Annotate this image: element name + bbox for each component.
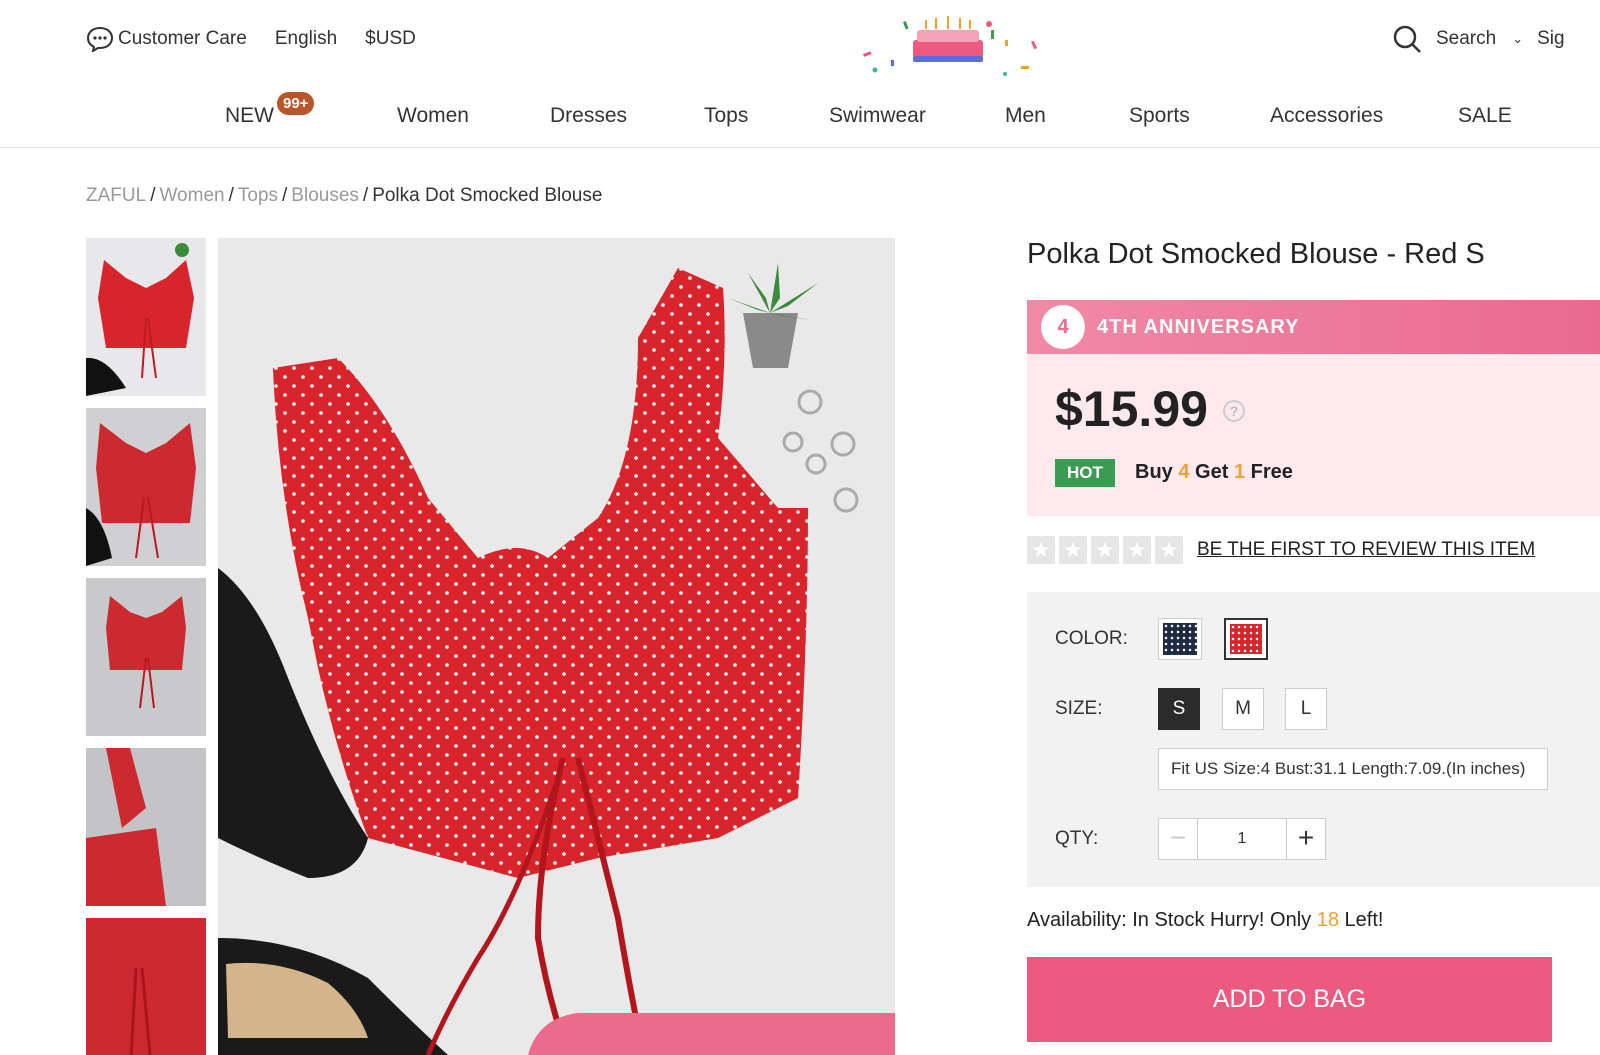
color-swatch-navy[interactable]	[1158, 618, 1202, 660]
breadcrumb: ZAFUL / Women / Tops / Blouses / Polka Dot Smock…	[86, 185, 603, 206]
breadcrumb-women[interactable]: Women	[159, 185, 224, 206]
blouse-thumbnail-image	[86, 748, 206, 906]
qty-input[interactable]: 1	[1198, 818, 1286, 860]
availability-prefix: Availability: In Stock Hurry! Only	[1027, 909, 1312, 931]
price-box: $15.99 ? HOT Buy 4 Get 1 Free	[1027, 354, 1600, 516]
chat-icon	[86, 26, 114, 52]
blouse-main-image	[218, 238, 895, 1055]
nav-item-accessories[interactable]: Accessories	[1270, 104, 1383, 128]
swatch-fill	[1163, 623, 1197, 655]
top-right-links: Search ⌄ Sig	[1392, 24, 1565, 54]
quantity-stepper: − 1 +	[1158, 818, 1326, 860]
size-label: SIZE:	[1055, 698, 1103, 719]
qty-decrease-button[interactable]: −	[1158, 818, 1198, 860]
anniversary-banner: 4 4TH ANNIVERSARY	[1027, 300, 1600, 354]
search-icon[interactable]	[1392, 24, 1422, 54]
language-label: English	[274, 28, 338, 49]
promo-text: Buy 4 Get 1 Free	[1135, 461, 1293, 484]
qty-label: QTY:	[1055, 828, 1099, 849]
size-option-l[interactable]: L	[1285, 688, 1327, 730]
search-label[interactable]: Search	[1436, 28, 1496, 50]
thumbnail-2[interactable]	[86, 408, 206, 566]
top-left-links: Customer Care English $USD	[86, 26, 444, 52]
promo-free: Free	[1250, 461, 1293, 483]
currency-selector[interactable]: $USD	[365, 28, 416, 50]
blouse-thumbnail-image	[86, 578, 206, 736]
blouse-thumbnail-image	[86, 408, 206, 566]
help-icon[interactable]: ?	[1223, 400, 1245, 422]
language-selector[interactable]: English	[275, 28, 337, 50]
main-nav: NEW 99+ Women Dresses Tops Swimwear Men …	[0, 92, 1600, 148]
breadcrumb-tops[interactable]: Tops	[238, 185, 278, 206]
currency-label: $USD	[365, 28, 416, 49]
star-icon: ★	[1155, 536, 1183, 564]
color-swatch-red[interactable]	[1224, 618, 1268, 660]
chevron-down-icon[interactable]: ⌄	[1512, 31, 1523, 47]
availability-count: 18	[1316, 909, 1339, 931]
birthday-cake-logo[interactable]	[855, 10, 1045, 80]
nav-item-sports[interactable]: Sports	[1129, 104, 1190, 128]
breadcrumb-current: Polka Dot Smocked Blouse	[372, 185, 603, 206]
nav-item-new[interactable]: NEW 99+	[225, 92, 315, 128]
qty-increase-button[interactable]: +	[1286, 818, 1326, 860]
thumbnail-5[interactable]	[86, 918, 206, 1055]
anniversary-label: 4TH ANNIVERSARY	[1097, 315, 1300, 338]
top-bar: Customer Care English $USD Search ⌄ Sig	[0, 0, 1600, 80]
breadcrumb-blouses[interactable]: Blouses	[291, 185, 359, 206]
promo-get: Get	[1195, 461, 1229, 483]
thumbnail-3[interactable]	[86, 578, 206, 736]
product-title: Polka Dot Smocked Blouse - Red S	[1027, 238, 1485, 270]
nav-item-women[interactable]: Women	[397, 104, 469, 128]
product-options: COLOR: SIZE: S M L Fit US Size:4 Bust:31…	[1027, 592, 1600, 887]
star-icon: ★	[1027, 536, 1055, 564]
sign-in-link[interactable]: Sig	[1537, 28, 1564, 50]
promo-buy-count: 4	[1178, 461, 1190, 483]
thumbnail-4[interactable]	[86, 748, 206, 906]
breadcrumb-zaful[interactable]: ZAFUL	[86, 185, 146, 206]
thumbnail-list	[86, 238, 206, 1055]
customer-care-label: Customer Care	[118, 28, 247, 49]
blouse-thumbnail-image	[86, 238, 206, 396]
star-icon: ★	[1123, 536, 1151, 564]
star-icon: ★	[1091, 536, 1119, 564]
availability-suffix: Left!	[1344, 909, 1384, 931]
nav-item-swimwear[interactable]: Swimwear	[829, 104, 926, 128]
hot-badge: HOT	[1055, 459, 1115, 487]
color-label: COLOR:	[1055, 628, 1128, 649]
nav-item-sale[interactable]: SALE	[1458, 104, 1512, 128]
swatch-fill	[1230, 624, 1262, 654]
size-option-m[interactable]: M	[1222, 688, 1264, 730]
product-price: $15.99	[1055, 381, 1208, 437]
nav-item-label: NEW	[225, 104, 274, 127]
star-icon: ★	[1059, 536, 1087, 564]
first-review-link[interactable]: BE THE FIRST TO REVIEW THIS ITEM	[1197, 539, 1535, 561]
size-option-s[interactable]: S	[1158, 688, 1200, 730]
nav-item-tops[interactable]: Tops	[704, 104, 748, 128]
nav-item-men[interactable]: Men	[1005, 104, 1046, 128]
size-info: Fit US Size:4 Bust:31.1 Length:7.09.(In …	[1158, 748, 1548, 790]
anniversary-logo-icon: 4	[1041, 305, 1085, 349]
promo-free-count: 1	[1233, 461, 1246, 483]
thumbnail-1[interactable]	[86, 238, 206, 396]
nav-item-dresses[interactable]: Dresses	[550, 104, 627, 128]
customer-care-link[interactable]: Customer Care	[86, 26, 247, 52]
new-count-badge: 99+	[277, 92, 315, 115]
add-to-bag-button[interactable]: ADD TO BAG	[1027, 957, 1552, 1042]
promo-buy: Buy	[1135, 461, 1173, 483]
availability-text: Availability: In Stock Hurry! Only 18 Le…	[1027, 909, 1383, 932]
blouse-thumbnail-image	[86, 918, 206, 1055]
main-product-image[interactable]	[218, 238, 895, 1055]
rating-row: ★ ★ ★ ★ ★ BE THE FIRST TO REVIEW THIS IT…	[1027, 536, 1535, 564]
